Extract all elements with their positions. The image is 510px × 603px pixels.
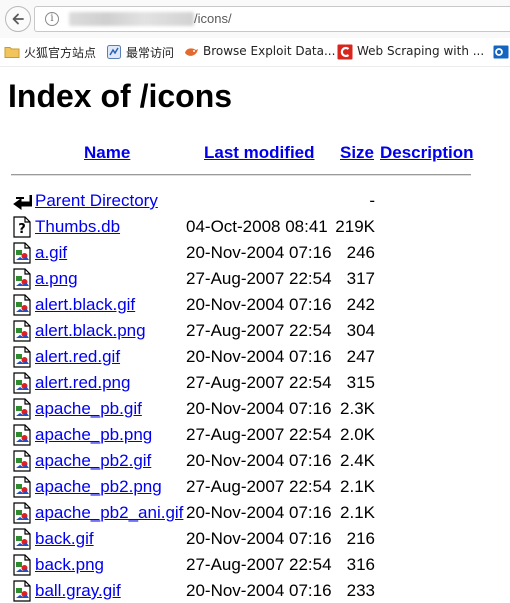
file-row: back.png 27-Aug-2007 22:54 316 bbox=[0, 551, 510, 577]
svg-text:?: ? bbox=[18, 222, 26, 237]
page-title: Index of /icons bbox=[8, 78, 233, 114]
file-last-modified: 20-Nov-2004 07:16 bbox=[186, 503, 332, 522]
file-size: 304 bbox=[346, 321, 375, 340]
file-link[interactable]: alert.red.gif bbox=[35, 347, 120, 367]
column-header-last-modified[interactable]: Last modified bbox=[204, 143, 315, 163]
image-file-icon bbox=[13, 242, 31, 264]
image-file-icon bbox=[13, 476, 31, 498]
back-arrow-icon bbox=[12, 13, 24, 25]
file-link[interactable]: back.gif bbox=[35, 529, 94, 549]
file-size: 317 bbox=[346, 269, 375, 288]
file-last-modified: 27-Aug-2007 22:54 bbox=[186, 477, 332, 496]
file-last-modified: 27-Aug-2007 22:54 bbox=[186, 425, 332, 444]
image-file-icon bbox=[13, 346, 31, 368]
file-last-modified: 04-Oct-2008 08:41 bbox=[186, 217, 328, 236]
file-row: alert.red.gif 20-Nov-2004 07:16 247 bbox=[0, 343, 510, 369]
exploit-db-icon bbox=[185, 48, 198, 56]
site-info-icon[interactable]: i bbox=[45, 12, 59, 26]
file-link[interactable]: alert.black.gif bbox=[35, 295, 135, 315]
file-link[interactable]: apache_pb2_ani.gif bbox=[35, 503, 183, 523]
file-link[interactable]: a.png bbox=[35, 269, 78, 289]
file-row: a.png 27-Aug-2007 22:54 317 bbox=[0, 265, 510, 291]
file-last-modified: 27-Aug-2007 22:54 bbox=[186, 373, 332, 392]
header-divider bbox=[11, 174, 471, 176]
file-link[interactable]: apache_pb2.png bbox=[35, 477, 162, 497]
image-file-icon bbox=[13, 450, 31, 472]
file-last-modified: 20-Nov-2004 07:16 bbox=[186, 295, 332, 314]
url-path: /icons/ bbox=[194, 11, 232, 26]
web-scraping-icon bbox=[337, 44, 353, 60]
image-file-icon bbox=[13, 398, 31, 420]
image-file-icon bbox=[13, 372, 31, 394]
file-row: a.gif 20-Nov-2004 07:16 246 bbox=[0, 239, 510, 265]
file-row: back.gif 20-Nov-2004 07:16 216 bbox=[0, 525, 510, 551]
file-size: 2.0K bbox=[340, 425, 375, 444]
unknown-file-icon: ? bbox=[13, 216, 31, 238]
image-file-icon bbox=[13, 424, 31, 446]
file-size: 2.3K bbox=[340, 399, 375, 418]
file-link[interactable]: ball.gray.gif bbox=[35, 581, 121, 601]
column-header-size[interactable]: Size bbox=[340, 143, 374, 163]
file-size: 247 bbox=[346, 347, 375, 366]
file-link[interactable]: alert.black.png bbox=[35, 321, 146, 341]
file-size: 2.1K bbox=[340, 477, 375, 496]
file-row: alert.black.gif 20-Nov-2004 07:16 242 bbox=[0, 291, 510, 317]
file-last-modified: 20-Nov-2004 07:16 bbox=[186, 451, 332, 470]
file-last-modified: 27-Aug-2007 22:54 bbox=[186, 555, 332, 574]
file-last-modified: 20-Nov-2004 07:16 bbox=[186, 399, 332, 418]
image-file-icon bbox=[13, 268, 31, 290]
file-last-modified: 27-Aug-2007 22:54 bbox=[186, 321, 332, 340]
file-size: 242 bbox=[346, 295, 375, 314]
file-size: 316 bbox=[346, 555, 375, 574]
file-size: 233 bbox=[346, 581, 375, 600]
bookmarks-toolbar: 火狐官方站点 最常访问 Browse Exploit Data... Web S… bbox=[0, 38, 510, 67]
file-row: apache_pb.png 27-Aug-2007 22:54 2.0K bbox=[0, 421, 510, 447]
url-host-redacted bbox=[69, 12, 194, 26]
navigation-toolbar: i /icons/ bbox=[0, 0, 510, 39]
file-row: alert.black.png 27-Aug-2007 22:54 304 bbox=[0, 317, 510, 343]
file-size: 219K bbox=[335, 217, 375, 236]
file-link[interactable]: alert.red.png bbox=[35, 373, 130, 393]
file-size: 246 bbox=[346, 243, 375, 262]
address-bar[interactable]: i /icons/ bbox=[34, 6, 510, 32]
file-row: apache_pb.gif 20-Nov-2004 07:16 2.3K bbox=[0, 395, 510, 421]
file-size: 2.1K bbox=[340, 503, 375, 522]
parent-directory-link[interactable]: Parent Directory bbox=[35, 191, 158, 211]
parent-directory-size: - bbox=[369, 191, 375, 210]
file-row: alert.red.png 27-Aug-2007 22:54 315 bbox=[0, 369, 510, 395]
image-file-icon bbox=[13, 554, 31, 576]
file-last-modified: 20-Nov-2004 07:16 bbox=[186, 529, 332, 548]
file-row: apache_pb2.gif 20-Nov-2004 07:16 2.4K bbox=[0, 447, 510, 473]
file-link[interactable]: apache_pb2.gif bbox=[35, 451, 151, 471]
file-last-modified: 20-Nov-2004 07:16 bbox=[186, 347, 332, 366]
parent-directory-row: Parent Directory - bbox=[0, 187, 510, 213]
file-link[interactable]: a.gif bbox=[35, 243, 67, 263]
file-row: ball.gray.gif 20-Nov-2004 07:16 233 bbox=[0, 577, 510, 603]
outlook-icon bbox=[493, 45, 509, 59]
most-visited-icon bbox=[107, 45, 121, 59]
back-button[interactable] bbox=[5, 6, 31, 32]
file-last-modified: 20-Nov-2004 07:16 bbox=[186, 581, 332, 600]
file-link[interactable]: apache_pb.gif bbox=[35, 399, 142, 419]
image-file-icon bbox=[13, 320, 31, 342]
file-link[interactable]: apache_pb.png bbox=[35, 425, 152, 445]
image-file-icon bbox=[13, 528, 31, 550]
column-header-description[interactable]: Description bbox=[380, 143, 474, 163]
image-file-icon bbox=[13, 294, 31, 316]
file-size: 216 bbox=[346, 529, 375, 548]
file-last-modified: 27-Aug-2007 22:54 bbox=[186, 269, 332, 288]
file-row: apache_pb2.png 27-Aug-2007 22:54 2.1K bbox=[0, 473, 510, 499]
file-last-modified: 20-Nov-2004 07:16 bbox=[186, 243, 332, 262]
file-link[interactable]: back.png bbox=[35, 555, 104, 575]
file-size: 315 bbox=[346, 373, 375, 392]
back-folder-icon bbox=[13, 195, 32, 210]
file-size: 2.4K bbox=[340, 451, 375, 470]
file-row: ? Thumbs.db 04-Oct-2008 08:41 219K bbox=[0, 213, 510, 239]
file-row: apache_pb2_ani.gif 20-Nov-2004 07:16 2.1K bbox=[0, 499, 510, 525]
image-file-icon bbox=[13, 502, 31, 524]
column-header-name[interactable]: Name bbox=[84, 143, 130, 163]
folder-icon bbox=[4, 47, 20, 58]
file-link[interactable]: Thumbs.db bbox=[35, 217, 120, 237]
